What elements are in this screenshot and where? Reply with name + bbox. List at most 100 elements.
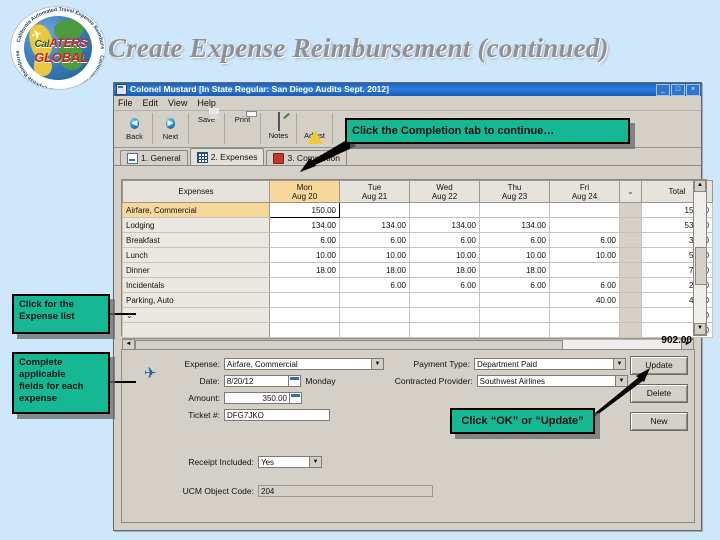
menu-file[interactable]: File: [118, 98, 133, 108]
amount-cell[interactable]: [339, 292, 410, 308]
close-button[interactable]: ×: [686, 83, 700, 96]
maximize-button[interactable]: □: [671, 83, 685, 96]
menu-help[interactable]: Help: [197, 98, 216, 108]
expense-name-cell[interactable]: Airfare, Commercial: [122, 202, 270, 218]
provider-select[interactable]: Southwest Airlines ▼: [476, 374, 628, 387]
amount-cell[interactable]: 18.00: [409, 262, 480, 278]
date-input[interactable]: 8/20/12: [223, 374, 302, 387]
amount-cell[interactable]: [479, 307, 550, 323]
amount-cell[interactable]: [549, 217, 620, 233]
amount-cell[interactable]: [339, 307, 410, 323]
amount-cell[interactable]: 10.00: [479, 247, 550, 263]
col-mon[interactable]: Mon Aug 20: [269, 180, 340, 203]
amount-cell[interactable]: [549, 322, 620, 338]
table-row[interactable]: Breakfast6.006.006.006.006.0030.00: [122, 232, 713, 248]
expense-name-cell[interactable]: [122, 322, 270, 338]
amount-cell[interactable]: [269, 307, 340, 323]
col-expenses[interactable]: Expenses: [122, 180, 270, 203]
amount-cell[interactable]: [549, 307, 620, 323]
chevron-down-icon[interactable]: ▼: [371, 357, 384, 370]
receipt-select[interactable]: Yes ▼: [258, 455, 322, 468]
amount-cell[interactable]: 6.00: [409, 277, 480, 293]
toolbar-back-button[interactable]: ◄ Back: [117, 113, 153, 144]
amount-cell[interactable]: 134.00: [269, 217, 340, 233]
tab-completion[interactable]: 3. Completion: [266, 150, 347, 165]
amount-cell[interactable]: [339, 202, 410, 218]
ticket-value[interactable]: DFG7JKO: [224, 408, 330, 421]
amount-cell[interactable]: 18.00: [479, 262, 550, 278]
toolbar-print-button[interactable]: Print: [225, 113, 261, 144]
expense-name-cell[interactable]: ⌄: [122, 307, 270, 323]
col-more-dropdown[interactable]: ⌄: [619, 180, 642, 203]
vscroll-up-button[interactable]: ▲: [694, 180, 706, 192]
calculator-icon[interactable]: [289, 391, 302, 404]
tab-general[interactable]: 1. General: [120, 150, 188, 165]
minimize-button[interactable]: _: [656, 83, 670, 96]
expense-grid[interactable]: Expenses Mon Aug 20 Tue Aug 21 Wed Aug 2…: [121, 179, 713, 352]
amount-cell[interactable]: 10.00: [339, 247, 410, 263]
delete-button[interactable]: Delete: [630, 384, 688, 403]
col-wed[interactable]: Wed Aug 22: [409, 180, 480, 203]
amount-cell[interactable]: 18.00: [339, 262, 410, 278]
table-row[interactable]: Lodging134.00134.00134.00134.00536.00: [122, 217, 713, 233]
amount-cell[interactable]: 134.00: [409, 217, 480, 233]
amount-cell[interactable]: 6.00: [479, 232, 550, 248]
chevron-down-icon[interactable]: ▼: [615, 374, 628, 387]
menu-view[interactable]: View: [168, 98, 187, 108]
payment-type-select[interactable]: Department Paid ▼: [474, 357, 626, 370]
amount-cell[interactable]: 10.00: [549, 247, 620, 263]
toolbar-notes-button[interactable]: Notes: [261, 112, 297, 144]
amount-cell[interactable]: 18.00: [269, 262, 340, 278]
expense-name-cell[interactable]: Incidentals: [122, 277, 270, 293]
amount-cell[interactable]: [549, 202, 620, 218]
amount-cell[interactable]: 6.00: [549, 232, 620, 248]
col-thu[interactable]: Thu Aug 23: [479, 180, 550, 203]
amount-cell[interactable]: 6.00: [479, 277, 550, 293]
amount-cell[interactable]: [549, 262, 620, 278]
amount-cell[interactable]: [339, 322, 410, 338]
vscroll-down-button[interactable]: ▼: [694, 323, 706, 335]
amount-cell[interactable]: 10.00: [269, 247, 340, 263]
amount-cell[interactable]: 6.00: [549, 277, 620, 293]
amount-cell[interactable]: [409, 322, 480, 338]
menu-edit[interactable]: Edit: [143, 98, 159, 108]
table-row[interactable]: Lunch10.0010.0010.0010.0010.0050.00: [122, 247, 713, 263]
amount-cell[interactable]: [409, 307, 480, 323]
expense-name-cell[interactable]: Lodging: [122, 217, 270, 233]
vscroll-track[interactable]: [695, 192, 707, 323]
chevron-down-icon[interactable]: ▼: [613, 357, 626, 370]
amount-cell[interactable]: [409, 292, 480, 308]
amount-input[interactable]: 350.00: [224, 391, 302, 404]
amount-cell[interactable]: 10.00: [409, 247, 480, 263]
amount-cell[interactable]: 6.00: [409, 232, 480, 248]
amount-cell[interactable]: [269, 292, 340, 308]
col-tue[interactable]: Tue Aug 21: [339, 180, 410, 203]
expense-select[interactable]: Airfare, Commercial ▼: [224, 357, 384, 370]
grid-vertical-scrollbar[interactable]: ▲ ▼: [693, 179, 707, 336]
amount-cell[interactable]: [269, 277, 340, 293]
toolbar-next-button[interactable]: ► Next: [153, 113, 189, 144]
tab-expenses[interactable]: 2. Expenses: [189, 148, 265, 165]
update-button[interactable]: Update: [630, 356, 688, 375]
chevron-down-icon[interactable]: ▼: [309, 455, 322, 468]
amount-cell[interactable]: 40.00: [549, 292, 620, 308]
amount-cell[interactable]: 150.00: [269, 202, 340, 218]
amount-cell[interactable]: 6.00: [339, 232, 410, 248]
toolbar-save-button[interactable]: Save: [189, 113, 225, 144]
amount-cell[interactable]: 6.00: [269, 232, 340, 248]
amount-cell[interactable]: [409, 202, 480, 218]
expense-name-cell[interactable]: Lunch: [122, 247, 270, 263]
amount-cell[interactable]: [479, 322, 550, 338]
table-row[interactable]: Incidentals6.006.006.006.0024.00: [122, 277, 713, 293]
vscroll-thumb[interactable]: [695, 247, 707, 285]
table-row[interactable]: Parking, Auto40.0040.00: [122, 292, 713, 308]
amount-cell[interactable]: 6.00: [339, 277, 410, 293]
table-row[interactable]: ⌄0.00: [122, 307, 713, 323]
expense-name-cell[interactable]: Parking, Auto: [122, 292, 270, 308]
col-fri[interactable]: Fri Aug 24: [549, 180, 620, 203]
expense-name-cell[interactable]: Breakfast: [122, 232, 270, 248]
amount-cell[interactable]: 134.00: [339, 217, 410, 233]
amount-cell[interactable]: 134.00: [479, 217, 550, 233]
calendar-icon[interactable]: [288, 374, 302, 387]
toolbar-adjust-button[interactable]: Adjust: [297, 113, 333, 144]
